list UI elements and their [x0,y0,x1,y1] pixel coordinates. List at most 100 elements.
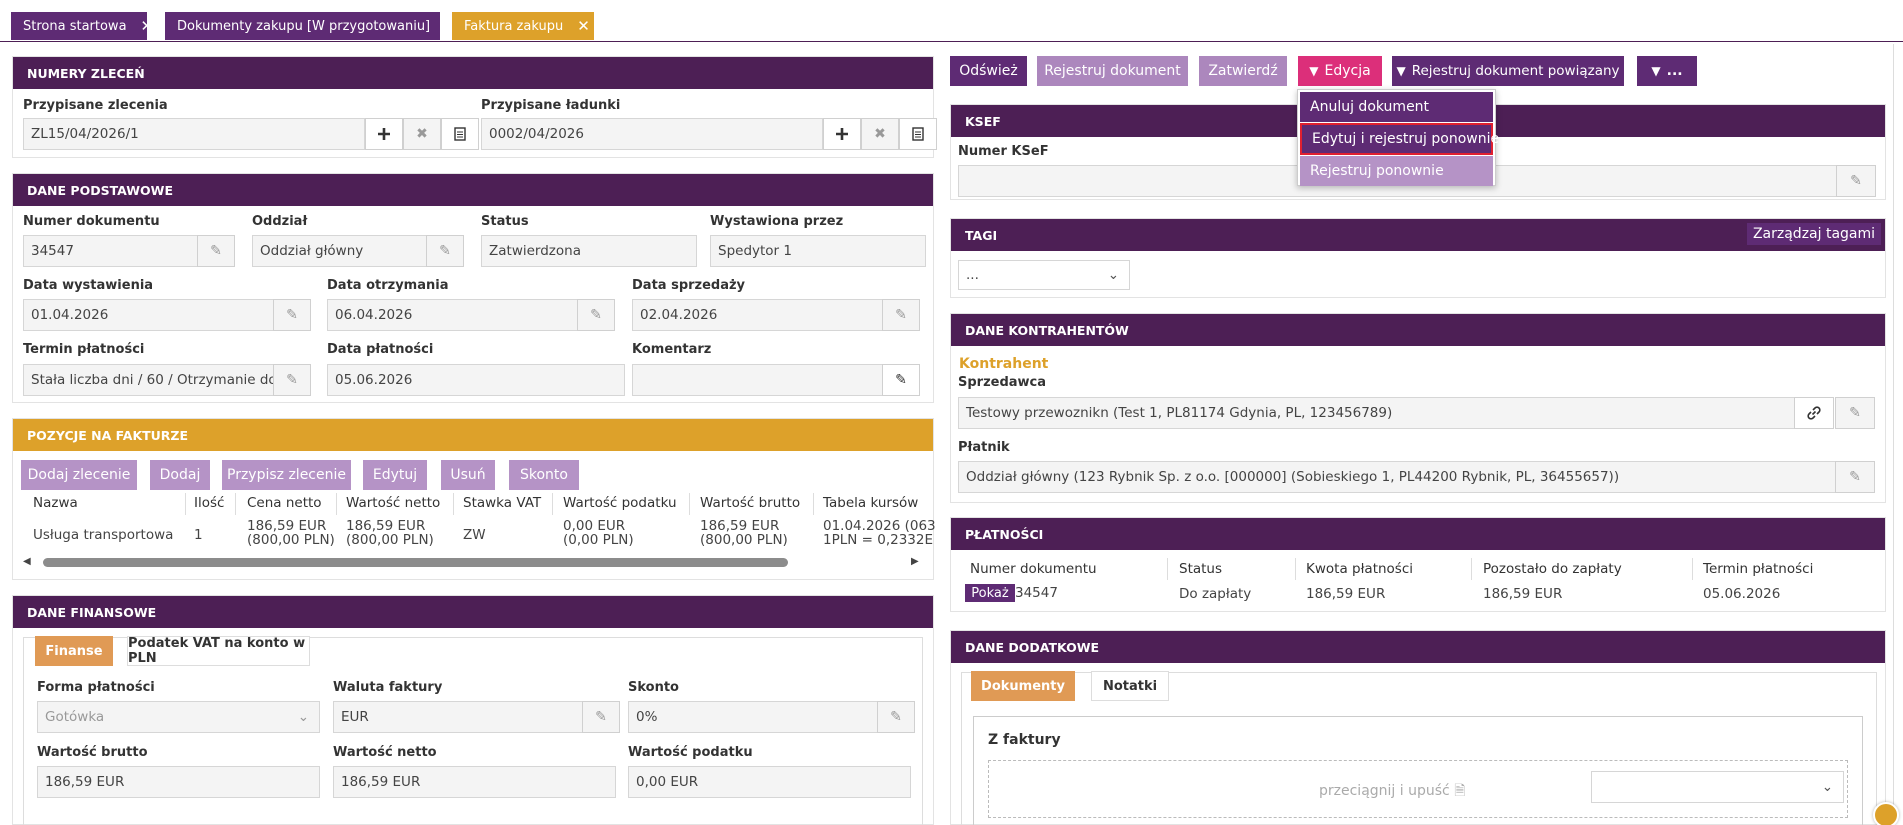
tag-select[interactable]: ... ⌄ [958,260,1130,290]
data-platnosci-label: Data płatności [327,342,434,357]
column-header[interactable]: Kwota płatności [1306,561,1413,577]
scroll-left-icon[interactable]: ◀ [23,556,31,568]
close-icon[interactable]: ✕ [577,17,590,35]
column-header[interactable]: Nazwa [33,495,78,511]
edit-icon[interactable]: ✎ [1835,397,1875,429]
zarzadzaj-tagami-button[interactable]: Zarządzaj tagami [1747,223,1881,245]
sprzedawca-field[interactable]: Testowy przewoznikn (Test 1, PL81174 Gdy… [958,397,1798,429]
close-icon[interactable]: ✕ [141,17,154,35]
rejestruj-dokument-button[interactable]: Rejestruj dokument [1037,56,1188,86]
menu-item-rejestruj-ponownie[interactable]: Rejestruj ponownie [1300,156,1493,186]
edit-icon[interactable]: ✎ [882,299,920,331]
column-header[interactable]: Wartość netto [346,495,440,511]
przypisz-zlecenie-button[interactable]: Przypisz zlecenie [222,460,351,490]
edit-icon[interactable]: ✎ [197,235,235,267]
wystawiona-field: Spedytor 1 [710,235,926,267]
category-select[interactable]: ⌄ [1591,771,1844,803]
plus-icon[interactable] [365,118,403,150]
chat-icon[interactable] [1873,802,1899,825]
tab-notatki[interactable]: Notatki [1091,671,1169,701]
close-icon[interactable]: ✖ [861,118,899,150]
cell-pozostalo: 186,59 EUR [1483,586,1563,602]
skonto-button[interactable]: Skonto [509,460,579,490]
skonto-label: Skonto [628,680,679,695]
loads-field[interactable]: 0002/04/2026 [481,118,823,150]
edit-icon[interactable]: ✎ [882,364,920,396]
orders-label: Przypisane zlecenia [23,98,168,113]
data-otrzymania-field[interactable]: 06.04.2026 [327,299,587,331]
tab-podatek-vat[interactable]: Podatek VAT na konto w PLN [127,636,310,666]
brutto-field: 186,59 EUR [37,766,320,798]
column-header[interactable]: Tabela kursów [823,495,918,511]
menu-item-edytuj-rejestruj[interactable]: Edytuj i rejestruj ponownie [1300,123,1499,155]
table-row[interactable]: Usługa transportowa 1 186,59 EUR (800,00… [13,519,935,553]
numer-label: Numer dokumentu [23,214,160,229]
edycja-button[interactable]: ▼ Edycja [1298,56,1382,86]
waluta-field[interactable]: EUR [333,701,583,733]
document-icon: 🗎 [1454,783,1466,799]
kontrahent-heading: Kontrahent [959,356,1049,372]
more-button[interactable]: ▼... [1637,56,1697,86]
edit-icon[interactable]: ✎ [426,235,464,267]
sprzedawca-label: Sprzedawca [958,375,1047,390]
pokaz-button[interactable]: Pokaż [965,584,1015,602]
data-sprzedazy-field[interactable]: 02.04.2026 [632,299,892,331]
data-platnosci-field[interactable]: 05.06.2026 [327,364,625,396]
netto-field: 186,59 EUR [333,766,616,798]
close-icon[interactable]: ✖ [403,118,441,150]
edit-icon[interactable]: ✎ [273,364,311,396]
rejestruj-powiazany-button[interactable]: ▼ Rejestruj dokument powiązany [1392,56,1624,86]
column-header[interactable]: Stawka VAT [463,495,541,511]
column-header[interactable]: Cena netto [247,495,322,511]
scrollbar[interactable] [1893,44,1903,825]
data-wystawienia-field[interactable]: 01.04.2026 [23,299,283,331]
chevron-down-icon: ▼ [1309,64,1319,78]
forma-value: Gotówka [45,709,105,725]
edit-icon[interactable]: ✎ [877,701,915,733]
usun-button[interactable]: Usuń [441,460,495,490]
column-divider [1692,558,1693,580]
platnik-field[interactable]: Oddział główny (123 Rybnik Sp. z o.o. [0… [958,461,1838,493]
edit-icon[interactable]: ✎ [1835,461,1875,493]
tab-finanse[interactable]: Finanse [35,636,113,666]
document-icon[interactable] [899,118,937,150]
horizontal-scrollbar[interactable] [43,558,788,567]
column-header[interactable]: Wartość brutto [700,495,800,511]
column-header[interactable]: Status [1179,561,1222,577]
column-header[interactable]: Termin płatności [1703,561,1813,577]
zatwierdz-button[interactable]: Zatwierdź [1199,56,1287,86]
column-header[interactable]: Pozostało do zapłaty [1483,561,1622,577]
edit-icon[interactable]: ✎ [273,299,311,331]
forma-select[interactable]: Gotówka ⌄ [37,701,320,733]
edit-icon[interactable]: ✎ [1836,165,1876,197]
numer-field[interactable]: 34547 [23,235,209,267]
column-header[interactable]: Numer dokumentu [970,561,1097,577]
panel-title: NUMERY ZLECEŃ [13,57,933,89]
oddzial-field[interactable]: Oddział główny [252,235,442,267]
dodaj-zlecenie-button[interactable]: Dodaj zlecenie [21,460,137,490]
edit-icon[interactable]: ✎ [582,701,620,733]
dodaj-button[interactable]: Dodaj [150,460,210,490]
menu-item-anuluj[interactable]: Anuluj dokument [1300,92,1493,122]
termin-field[interactable]: Stała liczba dni / 60 / Otrzymanie dol [23,364,275,396]
odswiez-button[interactable]: Odśwież [950,56,1027,86]
panel-title: PŁATNOŚCI [951,518,1885,550]
more-label: ... [1666,63,1683,79]
skonto-field[interactable]: 0% [628,701,878,733]
tab-faktura-zakupu[interactable]: Faktura zakupu ✕ [452,12,594,40]
edit-icon[interactable]: ✎ [577,299,615,331]
tab-dokumenty-zakupu[interactable]: Dokumenty zakupu [W przygotowaniu] ✕ [165,12,457,40]
edytuj-button[interactable]: Edytuj [363,460,427,490]
tab-dokumenty[interactable]: Dokumenty [971,671,1075,701]
document-icon[interactable] [441,118,479,150]
cell-tabela: 01.04.2026 (063 [823,519,935,534]
tab-strona-startowa[interactable]: Strona startowa ✕ [11,12,153,40]
plus-icon[interactable] [823,118,861,150]
podatek-field: 0,00 EUR [628,766,911,798]
column-header[interactable]: Wartość podatku [563,495,677,511]
komentarz-field[interactable] [632,364,884,396]
scroll-right-icon[interactable]: ▶ [911,556,919,568]
link-icon[interactable] [1794,397,1834,429]
orders-field[interactable]: ZL15/04/2026/1 [23,118,365,150]
column-header[interactable]: Ilość [194,495,224,511]
